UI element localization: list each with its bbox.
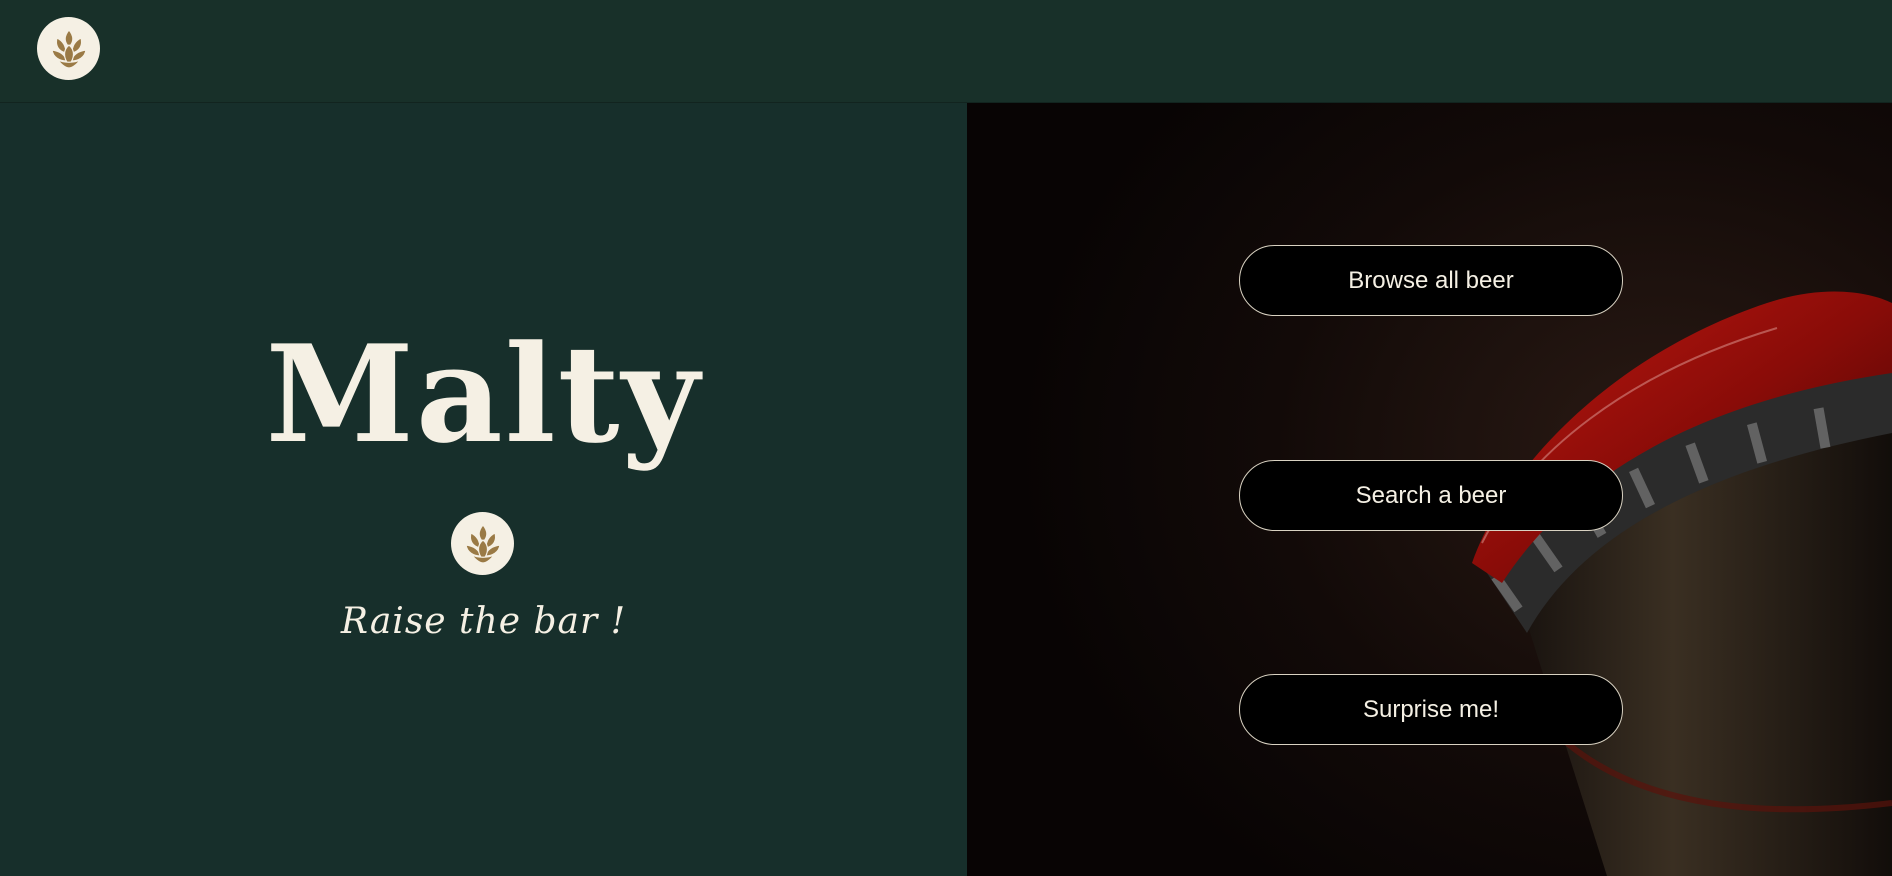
hero-panel: Malty Raise the bar ! [0, 103, 967, 876]
brand-title: Malty [265, 315, 702, 473]
search-beer-button[interactable]: Search a beer [1239, 460, 1623, 531]
actions-panel: Browse all beer Search a beer Surprise m… [967, 103, 1892, 876]
top-navigation-bar [0, 0, 1892, 103]
surprise-me-button[interactable]: Surprise me! [1239, 674, 1623, 745]
home-logo[interactable] [37, 17, 100, 80]
hop-cone-icon [50, 28, 87, 69]
browse-all-beer-button[interactable]: Browse all beer [1239, 245, 1623, 316]
hero-emblem [451, 512, 514, 575]
hop-cone-icon [464, 523, 501, 564]
tagline: Raise the bar ! [340, 601, 627, 642]
